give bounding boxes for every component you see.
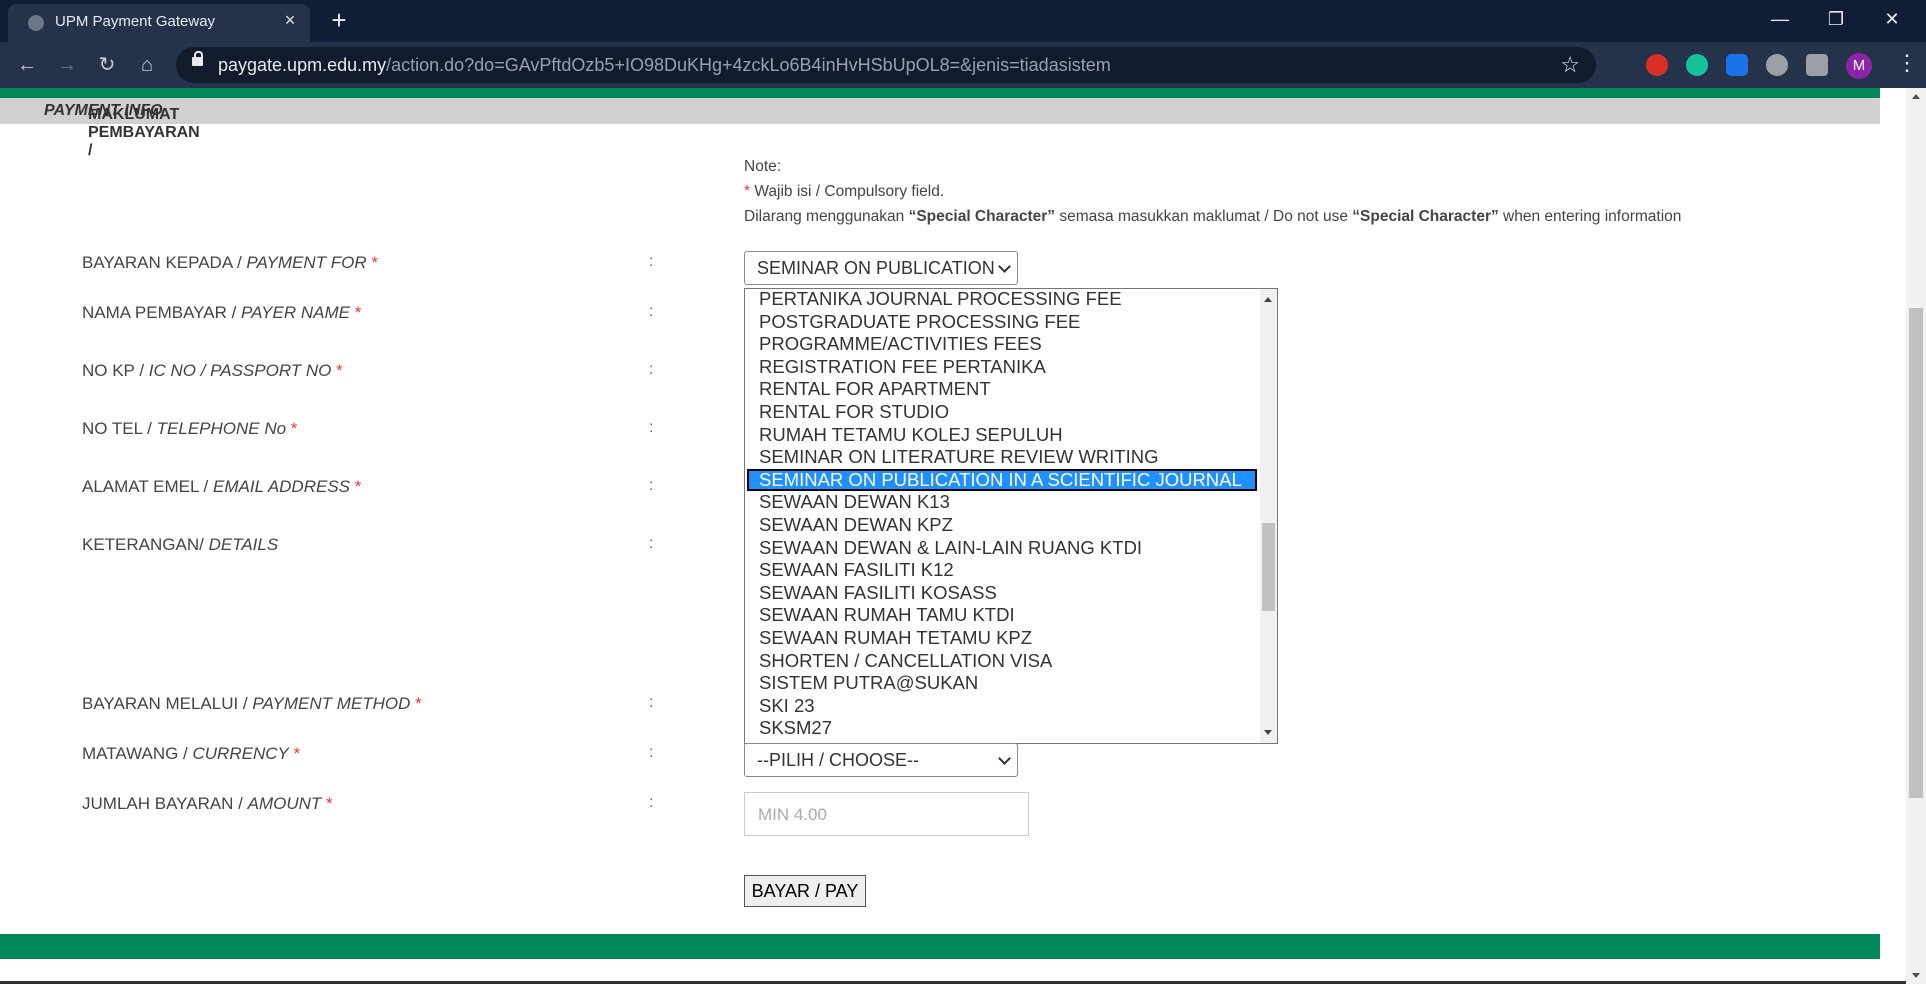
browser-menu-icon[interactable]: ⋮: [1896, 50, 1918, 76]
colon: :: [649, 744, 654, 761]
special-char-note-prefix: Dilarang menggunakan: [744, 208, 909, 225]
forward-arrow-icon[interactable]: →: [52, 50, 82, 80]
browser-tab[interactable]: UPM Payment Gateway ×: [8, 4, 310, 42]
bookmark-extension-icon[interactable]: [1726, 54, 1748, 76]
dropdown-option[interactable]: RENTAL FOR STUDIO: [747, 401, 1257, 424]
url-host: paygate.upm.edu.my: [218, 55, 387, 75]
browser-toolbar: ← → ↻ ⌂ paygate.upm.edu.my/action.do?do=…: [0, 42, 1926, 88]
page-scroll-down-icon[interactable]: [1912, 973, 1920, 978]
lock-icon: [192, 51, 203, 66]
page-scroll-up-icon[interactable]: [1912, 94, 1920, 99]
label-details: KETERANGAN/ DETAILS: [82, 535, 279, 554]
close-tab-icon[interactable]: ×: [280, 10, 300, 30]
label-email: ALAMAT EMEL / EMAIL ADDRESS *: [82, 477, 362, 496]
currency-value: --PILIH / CHOOSE--: [757, 750, 920, 770]
note-block: Note: * Wajib isi / Compulsory field. Di…: [744, 154, 1681, 229]
globe-icon: [28, 15, 44, 31]
colon: :: [649, 794, 654, 811]
payment-for-value: SEMINAR ON PUBLICATION: [757, 258, 995, 278]
dropdown-option[interactable]: SEWAAN DEWAN K13: [747, 491, 1257, 514]
address-bar[interactable]: paygate.upm.edu.my/action.do?do=GAvPftdO…: [176, 47, 1596, 83]
dropdown-scrollbar[interactable]: [1260, 289, 1277, 743]
home-icon[interactable]: ⌂: [132, 50, 162, 80]
dropdown-option[interactable]: SKSM27: [747, 717, 1257, 740]
dropdown-option[interactable]: SISTEM PUTRA@SUKAN: [747, 672, 1257, 695]
label-payer-name: NAMA PEMBAYAR / PAYER NAME *: [82, 303, 362, 322]
grammarly-extension-icon[interactable]: [1686, 54, 1708, 76]
record-extension-icon[interactable]: [1766, 54, 1788, 76]
dropdown-option[interactable]: SKI 23: [747, 695, 1257, 718]
puzzle-extensions-icon[interactable]: [1806, 54, 1828, 76]
label-payment-for: BAYARAN KEPADA / PAYMENT FOR *: [82, 253, 378, 272]
dropdown-option[interactable]: SEWAAN FASILITI KOSASS: [747, 582, 1257, 605]
colon: :: [649, 419, 654, 436]
browser-tabbar: UPM Payment Gateway × + — ❐ ✕: [0, 0, 1926, 42]
special-char-note-middle: semasa masukkan maklumat / Do not use: [1055, 208, 1353, 225]
top-green-bar: [0, 88, 1880, 98]
label-telephone: NO TEL / TELEPHONE No *: [82, 419, 298, 438]
dropdown-option[interactable]: POSTGRADUATE PROCESSING FEE: [747, 311, 1257, 334]
dropdown-option[interactable]: SEWAAN RUMAH TETAMU KPZ: [747, 627, 1257, 650]
colon: :: [649, 303, 654, 320]
reload-icon[interactable]: ↻: [92, 50, 122, 80]
required-note: Wajib isi / Compulsory field.: [750, 183, 945, 200]
scroll-up-arrow-icon[interactable]: [1264, 297, 1272, 302]
back-arrow-icon[interactable]: ←: [12, 50, 42, 80]
page-scroll-thumb[interactable]: [1909, 308, 1923, 798]
new-tab-button[interactable]: +: [325, 6, 353, 34]
amount-input[interactable]: MIN 4.00: [744, 792, 1029, 836]
pay-button[interactable]: BAYAR / PAY: [744, 875, 866, 907]
colon: :: [649, 535, 654, 552]
restore-window-button[interactable]: ❐: [1808, 0, 1864, 38]
label-ic-no: NO KP / IC NO / PASSPORT NO *: [82, 361, 343, 380]
colon: :: [649, 477, 654, 494]
label-payment-method: BAYARAN MELALUI / PAYMENT METHOD *: [82, 694, 422, 713]
dropdown-option[interactable]: SEWAAN DEWAN KPZ: [747, 514, 1257, 537]
colon: :: [649, 253, 654, 270]
bookmark-star-icon[interactable]: ☆: [1560, 52, 1580, 78]
colon: :: [649, 694, 654, 711]
colon: :: [649, 361, 654, 378]
close-window-button[interactable]: ✕: [1864, 0, 1920, 38]
tab-title: UPM Payment Gateway: [55, 13, 216, 30]
minimize-window-button[interactable]: —: [1752, 0, 1808, 38]
profile-avatar[interactable]: M: [1846, 53, 1872, 79]
chevron-down-icon: [998, 260, 1011, 273]
special-char-term: “Special Character”: [908, 208, 1056, 225]
url-path: /action.do?do=GAvPftdOzb5+IO98DuKHg+4zck…: [386, 55, 1111, 75]
special-char-note-suffix: when entering information: [1498, 208, 1682, 225]
label-amount: JUMLAH BAYARAN / AMOUNT *: [82, 794, 333, 813]
dropdown-option[interactable]: PERTANIKA JOURNAL PROCESSING FEE: [747, 289, 1257, 311]
scroll-down-arrow-icon[interactable]: [1264, 730, 1272, 735]
payment-for-dropdown-list[interactable]: PERTANIKA JOURNAL PROCESSING FEE POSTGRA…: [744, 288, 1278, 744]
dropdown-option[interactable]: SEWAAN DEWAN & LAIN-LAIN RUANG KTDI: [747, 537, 1257, 560]
page-viewport: MAKLUMAT PEMBAYARAN / PAYMENT INFO Note:…: [0, 88, 1926, 984]
dropdown-option[interactable]: SEWAAN RUMAH TAMU KTDI: [747, 604, 1257, 627]
chevron-down-icon: [998, 752, 1011, 765]
section-title-ms: MAKLUMAT PEMBAYARAN /: [88, 106, 200, 159]
dropdown-option-selected[interactable]: SEMINAR ON PUBLICATION IN A SCIENTIFIC J…: [747, 468, 1257, 492]
currency-select[interactable]: --PILIH / CHOOSE--: [744, 743, 1018, 777]
amount-placeholder: MIN 4.00: [758, 805, 827, 824]
bottom-green-bar: [0, 934, 1880, 959]
dropdown-scroll-thumb[interactable]: [1262, 523, 1275, 611]
dropdown-option[interactable]: SEMINAR ON LITERATURE REVIEW WRITING: [747, 446, 1257, 469]
dropdown-option[interactable]: PROGRAMME/ACTIVITIES FEES: [747, 333, 1257, 356]
dropdown-option[interactable]: RENTAL FOR APARTMENT: [747, 378, 1257, 401]
dropdown-option[interactable]: SHORTEN / CANCELLATION VISA: [747, 650, 1257, 673]
adblock-extension-icon[interactable]: [1646, 54, 1668, 76]
note-heading: Note:: [744, 158, 782, 175]
dropdown-option[interactable]: SEWAAN FASILITI K12: [747, 559, 1257, 582]
section-header: MAKLUMAT PEMBAYARAN / PAYMENT INFO: [0, 98, 1880, 159]
page-scrollbar[interactable]: [1906, 88, 1926, 984]
dropdown-option[interactable]: REGISTRATION FEE PERTANIKA: [747, 356, 1257, 379]
special-char-term-2: “Special Character”: [1352, 208, 1499, 225]
dropdown-option[interactable]: RUMAH TETAMU KOLEJ SEPULUH: [747, 424, 1257, 447]
payment-for-select[interactable]: SEMINAR ON PUBLICATION: [744, 251, 1018, 285]
label-currency: MATAWANG / CURRENCY *: [82, 744, 301, 763]
